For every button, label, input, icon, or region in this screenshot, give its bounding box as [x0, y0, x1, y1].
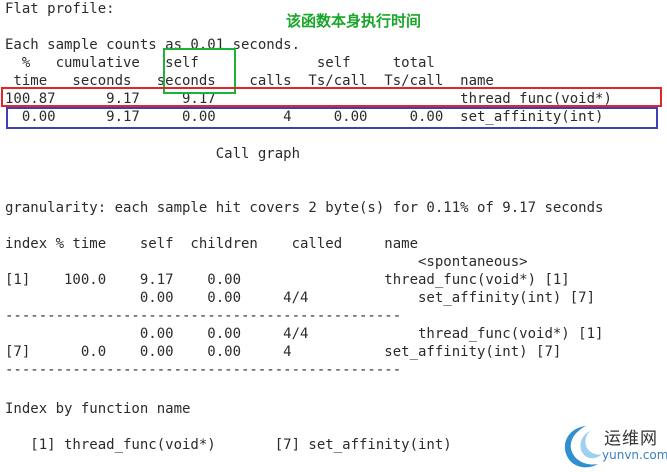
- line-18: 0.00 0.00 4/4 thread_func(void*) [1]: [5, 326, 604, 342]
- line-22: Index by function name: [5, 401, 191, 417]
- line-13: index % time self children called name: [5, 236, 419, 252]
- line-16: 0.00 0.00 4/4 set_affinity(int) [7]: [5, 290, 596, 306]
- line-14: <spontaneous>: [5, 254, 528, 270]
- line-17: ----------------------------------------…: [5, 308, 402, 324]
- annotation-label: 该函数本身执行时间: [286, 12, 422, 30]
- line-0: Flat profile:: [5, 1, 115, 17]
- thread-func-row-highlight-box: [1, 87, 662, 107]
- watermark-logo: 运维网 yunvn.com: [556, 420, 667, 472]
- line-8: Call graph: [5, 146, 301, 162]
- line-2: Each sample counts as 0.01 seconds.: [5, 37, 301, 53]
- line-19: [7] 0.0 0.00 0.00 4 set_affinity(int) [7…: [5, 344, 562, 360]
- swirl-icon: [564, 426, 602, 468]
- line-11: granularity: each sample hit covers 2 by…: [5, 200, 604, 216]
- set-affinity-row-highlight-box: [6, 107, 658, 129]
- watermark-title: 运维网: [604, 429, 658, 449]
- watermark-url: yunvn.com: [602, 448, 667, 462]
- line-15: [1] 100.0 9.17 0.00 thread_func(void*) […: [5, 272, 570, 288]
- line-24: [1] thread_func(void*) [7] set_affinity(…: [5, 437, 452, 453]
- line-20: ----------------------------------------…: [5, 362, 402, 378]
